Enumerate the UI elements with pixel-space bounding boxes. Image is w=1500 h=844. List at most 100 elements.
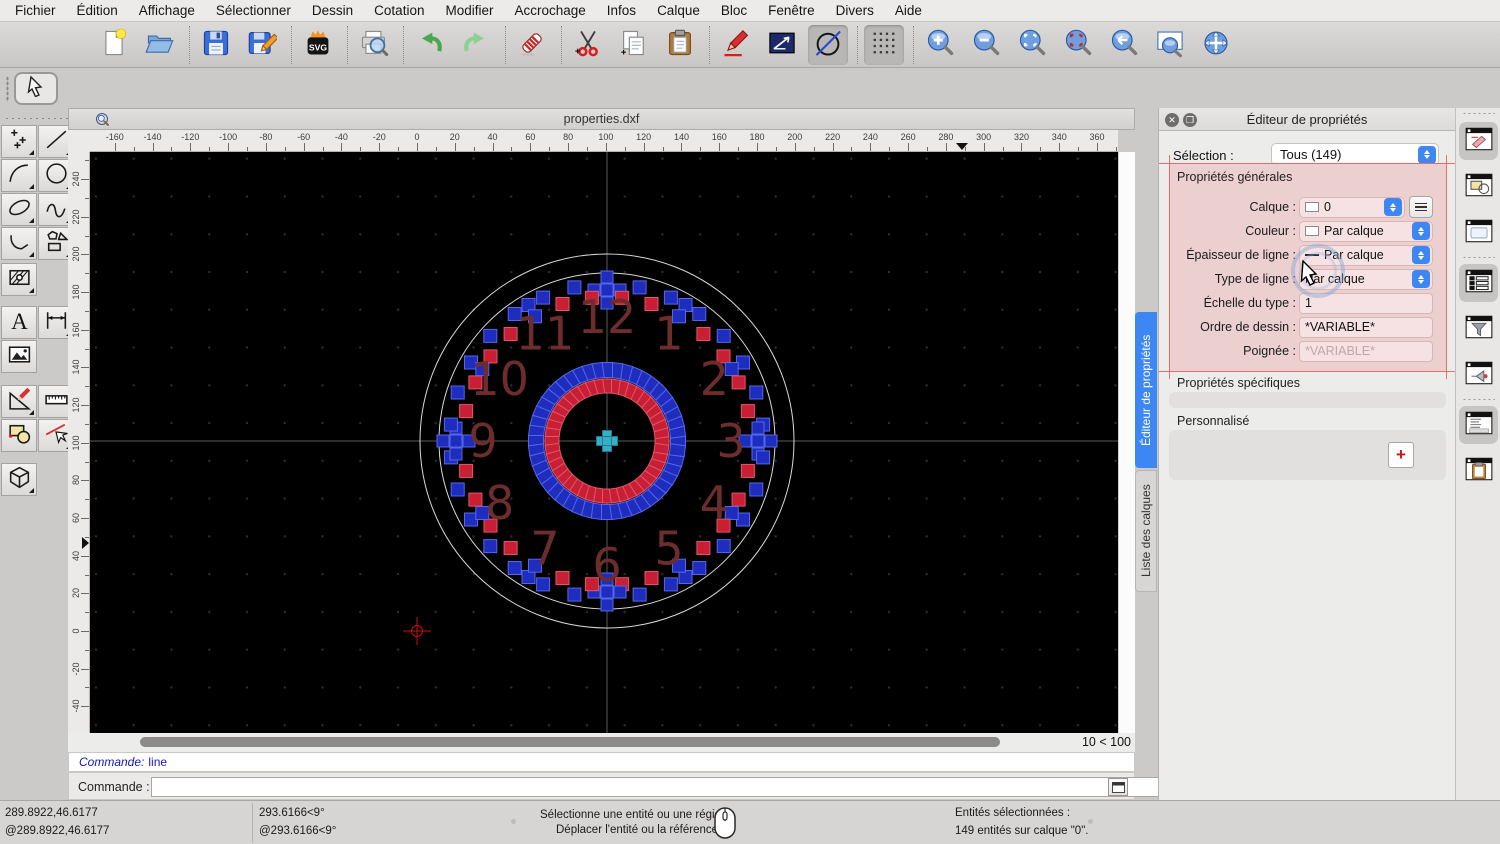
blocks-tool-button[interactable] [1,419,37,452]
hruler-label: 20 [449,132,460,142]
vertical-scrollbar[interactable] [1118,152,1135,733]
save-as-button[interactable] [242,25,282,65]
solid-3d-tool-button[interactable] [1,463,37,496]
menu-selectionner[interactable]: Sélectionner [216,3,291,18]
menu-dessin[interactable]: Dessin [312,3,353,18]
delete-eraser-button[interactable] [512,25,552,65]
vruler-label: 80 [71,475,81,486]
specific-section-label: Propriétés spécifiques [1177,376,1300,390]
svg-export-button[interactable]: SVG [298,25,338,65]
property-combo[interactable]: 0 [1299,196,1405,218]
command-detach-button[interactable] [1108,778,1128,796]
zoom-window-button[interactable] [1150,25,1190,65]
stepper-icon[interactable] [1412,222,1430,240]
dock-block-list-toggle[interactable] [1459,168,1498,206]
menu-calque[interactable]: Calque [657,3,700,18]
menu-fichier[interactable]: Fichier [15,3,56,18]
modify-tool-button[interactable] [1,385,37,418]
property-combo[interactable]: Par calque [1299,220,1433,242]
hruler-label: 320 [1013,132,1029,142]
zoom-redraw-button[interactable] [1058,25,1098,65]
circle-line-button[interactable] [808,25,848,65]
menu-infos[interactable]: Infos [607,3,636,18]
image-tool-button[interactable] [1,340,37,373]
property-editor-panel: ✕ ❐ Éditeur de propriétés Sélection : To… [1158,108,1456,844]
print-preview-icon [359,28,389,63]
print-preview-button[interactable] [354,25,394,65]
property-field[interactable]: *VARIABLE* [1299,316,1433,338]
text-tool-button[interactable]: A [1,306,37,339]
save-button[interactable] [196,25,236,65]
grid-button[interactable] [864,25,904,65]
dock-property-editor-toggle[interactable] [1459,122,1498,160]
menu-affichage[interactable]: Affichage [139,3,195,18]
stepper-icon[interactable] [1384,198,1402,216]
tool-dropdown-corner [29,218,34,223]
zoom-previous-button[interactable] [1104,25,1144,65]
menu-aide[interactable]: Aide [895,3,922,18]
menu-bloc[interactable]: Bloc [721,3,747,18]
stepper-icon[interactable] [1418,145,1436,164]
property-value: Par calque [1324,248,1384,262]
drawing-canvas[interactable]: 1 2 3 4 5 6 7 8 9 10 11 12 [90,152,1118,733]
cut-button[interactable] [568,25,608,65]
dock-layer-list-toggle[interactable] [1459,264,1498,302]
zoom-in-button[interactable] [920,25,960,65]
ellipse-tool-button[interactable] [1,193,37,226]
tool-palette-drag-handle[interactable] [4,117,70,120]
dock-library-toggle[interactable] [1459,214,1498,252]
mouse-hint-right: Déplacer l'entité ou la référence [556,824,719,836]
tab-layer-list[interactable]: Liste des calques [1135,470,1157,592]
undo-button[interactable] [410,25,450,65]
menu-cotation[interactable]: Cotation [374,3,424,18]
layer-menu-button[interactable] [1409,196,1433,218]
property-label: Poignée : [1243,344,1296,358]
polyline-tool-button[interactable] [1,227,37,260]
redo-button[interactable] [456,25,496,65]
mouse-hint-left: Sélectionne une entité ou une région [540,809,728,821]
zoom-pan-button[interactable] [1196,25,1236,65]
vruler-label: 100 [71,435,81,451]
vruler-cursor-marker [82,537,89,549]
hatch-tool-button[interactable] [1,263,37,296]
horizontal-scrollbar: 10 < 100 [68,733,1135,752]
property-field[interactable]: *VARIABLE* [1299,340,1433,362]
dock-clipboard-toggle[interactable] [1459,452,1498,490]
stepper-icon[interactable] [1412,246,1430,264]
open-folder-button[interactable] [140,25,180,65]
dock-filter-toggle[interactable] [1459,310,1498,348]
menu-accrochage[interactable]: Accrochage [514,3,585,18]
angle-line-button[interactable] [762,25,802,65]
menu-edition[interactable]: Édition [77,3,118,18]
property-label: Échelle du type : [1203,296,1296,310]
cursor-arrow-icon [25,75,47,102]
pen-button[interactable] [716,25,756,65]
property-field[interactable]: 1 [1299,292,1433,314]
vruler-label: 220 [71,209,81,225]
hruler-label: -40 [334,132,348,142]
points-tool-button[interactable] [1,125,37,158]
paste-button[interactable] [660,25,700,65]
stepper-icon[interactable] [1412,270,1430,288]
menu-modifier[interactable]: Modifier [445,3,493,18]
zoom-out-button[interactable] [966,25,1006,65]
dock-pen-palette-toggle[interactable] [1459,356,1498,394]
document-titlebar[interactable]: properties.dxf [68,108,1135,130]
annotation-line [1159,163,1456,164]
command-input[interactable] [151,777,1169,797]
new-file-button[interactable] [94,25,134,65]
arc-tool-button[interactable] [1,159,37,192]
tab-property-editor[interactable]: Éditeur de propriétés [1135,312,1157,468]
dock-command-window-toggle[interactable] [1459,406,1498,444]
dock-toggle-strip [1455,108,1500,844]
copy-button[interactable] [614,25,654,65]
toolbar-drag-handle[interactable] [6,76,9,102]
select-tool-button[interactable] [14,72,58,105]
horizontal-scrollbar-thumb[interactable] [140,737,1000,747]
add-custom-property-button[interactable]: + [1388,442,1414,468]
delete-eraser-icon [517,28,547,63]
zoom-auto-button[interactable] [1012,25,1052,65]
polar-coordinates: 293.6166<9° [259,807,325,819]
menu-divers[interactable]: Divers [836,3,874,18]
menu-fenetre[interactable]: Fenêtre [768,3,815,18]
